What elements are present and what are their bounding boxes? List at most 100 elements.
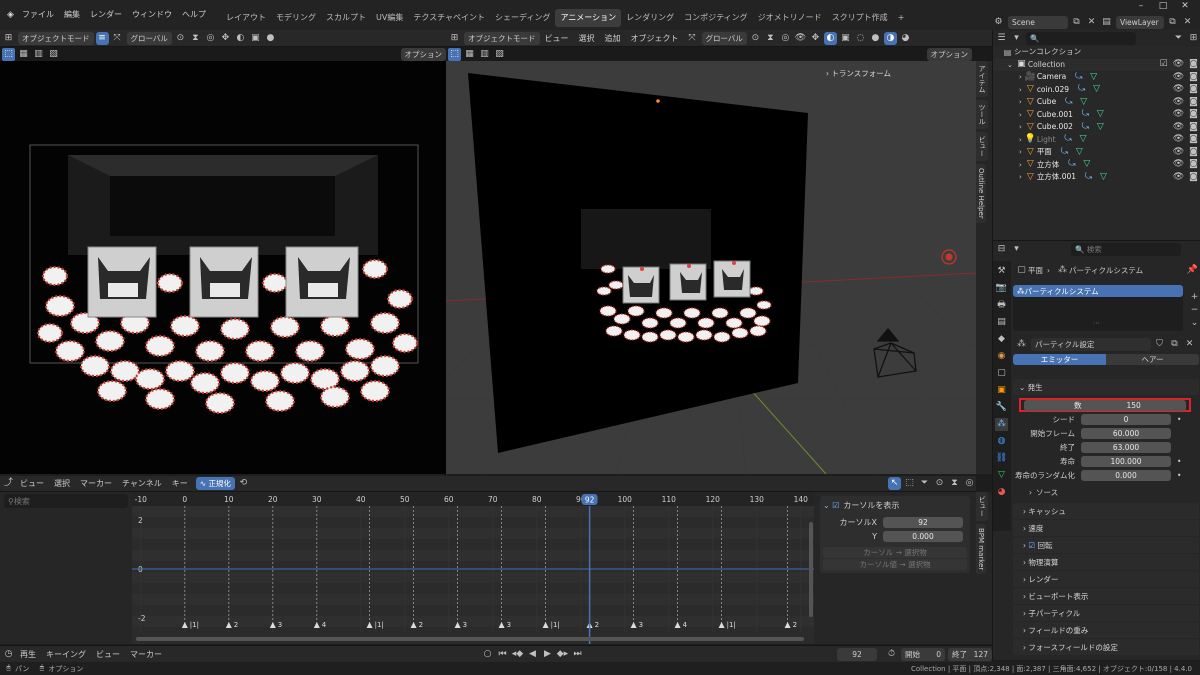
timeline-view-menu[interactable]: ビュー: [91, 646, 125, 663]
physics-panel[interactable]: › 物理演算: [1013, 554, 1199, 570]
visibility-eye-icon[interactable]: 👁: [1172, 146, 1185, 159]
modifier-icon[interactable]: ⤿: [1079, 108, 1092, 121]
mesh-data-icon[interactable]: ▽: [1090, 83, 1103, 96]
outliner-filter-icon[interactable]: ⏷: [1172, 32, 1185, 45]
mesh-data-icon[interactable]: ▽: [1077, 133, 1090, 146]
right-options-button[interactable]: オプション: [926, 47, 972, 61]
rotation-panel[interactable]: › ☑ 回転: [1013, 537, 1199, 553]
render-camera-icon[interactable]: ◙: [1187, 121, 1200, 134]
modifier-icon[interactable]: ⤿: [1058, 146, 1071, 159]
menu-collapse-icon[interactable]: ≡: [95, 31, 109, 45]
timeline-editor-icon[interactable]: ◷: [2, 648, 15, 661]
tab-shading[interactable]: シェーディング: [490, 9, 555, 27]
xray-icon[interactable]: ▣: [249, 32, 262, 45]
visibility-eye-icon[interactable]: 👁: [1172, 96, 1185, 109]
jump-end-icon[interactable]: ⏭: [571, 648, 584, 661]
render-camera-icon[interactable]: ◙: [1187, 108, 1200, 121]
modifier-icon[interactable]: ⤿: [1072, 71, 1085, 84]
select-tool-icon[interactable]: ⬚: [2, 47, 15, 61]
lifetime-field[interactable]: 100.000: [1081, 455, 1171, 467]
velocity-panel[interactable]: › 速度: [1013, 520, 1199, 536]
side-tab-tool[interactable]: ツール: [976, 100, 988, 129]
collection-checkbox-icon[interactable]: ☑: [1157, 58, 1170, 71]
shield-icon[interactable]: ⛉: [1153, 338, 1166, 351]
properties-search[interactable]: 🔍 検索: [1071, 242, 1181, 256]
render-camera-icon[interactable]: ◙: [1187, 158, 1200, 171]
tab-animation[interactable]: アニメーション: [555, 9, 622, 27]
graph-snap-icon[interactable]: ⧗: [948, 477, 961, 490]
cursor-y-field[interactable]: 0.000: [883, 530, 963, 542]
expand-chevron-icon[interactable]: ›: [1019, 159, 1022, 172]
outliner-editor-icon[interactable]: ☰: [995, 32, 1008, 45]
outliner-item[interactable]: › 💡 Light ⤿ ▽ 👁 ◙: [993, 134, 1200, 147]
menu-help[interactable]: ヘルプ: [177, 0, 211, 30]
tab-emitter[interactable]: エミッター: [1013, 353, 1106, 365]
editor-type-icon[interactable]: ⊞: [2, 32, 15, 45]
snap-icon-3d[interactable]: ⧗: [764, 32, 777, 45]
tab-geometry-nodes[interactable]: ジオメトリノード: [753, 9, 827, 27]
select-box-icon[interactable]: ▦: [17, 48, 30, 61]
outliner-item[interactable]: › ▽ Cube.001 ⤿ ▽ 👁 ◙: [993, 109, 1200, 122]
visibility-eye-icon[interactable]: 👁: [1172, 83, 1185, 96]
remove-particle-system-icon[interactable]: −: [1188, 304, 1200, 317]
prev-key-icon[interactable]: ◂◆: [511, 648, 524, 661]
keying-menu[interactable]: キーイング: [41, 646, 91, 663]
modifier-icon[interactable]: ⤿: [1082, 171, 1095, 184]
visibility-eye-icon[interactable]: 👁: [1172, 121, 1185, 134]
left-mode-dropdown[interactable]: オブジェクトモード: [18, 31, 94, 45]
tab-layout[interactable]: レイアウト: [221, 9, 271, 27]
side-tab-outline-helper[interactable]: Outline Helper: [976, 164, 986, 223]
render-camera-icon[interactable]: ◙: [1187, 133, 1200, 146]
modifier-icon[interactable]: ⤿: [1062, 96, 1075, 109]
graph-filter-icon[interactable]: ⏷: [918, 477, 931, 490]
show-cursor-checkbox-icon[interactable]: ⌄ ☑: [823, 501, 839, 510]
pivot-icon-3d[interactable]: ⊙: [749, 32, 762, 45]
cursor-to-selected-button[interactable]: カーソル → 選択物: [823, 547, 967, 558]
particles-tab-icon[interactable]: ⁂: [995, 418, 1008, 431]
collection-eye-icon[interactable]: 👁: [1172, 58, 1185, 71]
graph-select-menu[interactable]: 選択: [49, 476, 75, 492]
cache-panel[interactable]: › キャッシュ: [1013, 503, 1199, 519]
end-frame-field[interactable]: 終了 127: [948, 647, 992, 661]
lifetime-random-field[interactable]: 0.000: [1081, 469, 1171, 481]
shading-wire-icon[interactable]: ◌: [854, 32, 867, 45]
overlay-icon-3d[interactable]: ◐: [823, 31, 837, 45]
view-layer-field[interactable]: ViewLayer: [1116, 15, 1164, 29]
source-subpanel[interactable]: › ソース: [1013, 485, 1199, 499]
outliner-item[interactable]: › 🎥 Camera ⤿ ▽ 👁 ◙: [993, 71, 1200, 84]
object-menu[interactable]: オブジェクト: [626, 30, 684, 47]
gizmo-icon-3d[interactable]: ✥: [809, 32, 822, 45]
visibility-eye-icon[interactable]: 👁: [1172, 171, 1185, 184]
outliner-item[interactable]: › ▽ Cube.002 ⤿ ▽ 👁 ◙: [993, 121, 1200, 134]
channel-search[interactable]: ⚲ 検索: [4, 494, 128, 508]
side-tab-view[interactable]: ビュー: [976, 132, 988, 161]
tab-compositing[interactable]: コンポジティング: [679, 9, 753, 27]
render-panel[interactable]: › レンダー: [1013, 571, 1199, 587]
collection-camera-icon[interactable]: ◙: [1187, 58, 1200, 71]
shading-material-icon[interactable]: ◑: [883, 31, 897, 45]
output-tab-icon[interactable]: 🖶: [995, 299, 1008, 312]
select-tool-icon-3d[interactable]: ⬚: [448, 47, 461, 61]
right-viewport[interactable]: › トランスフォーム: [446, 61, 976, 474]
show-gizmo-icon[interactable]: ✥: [219, 32, 232, 45]
menu-window[interactable]: ウィンドウ: [127, 0, 177, 30]
select-menu[interactable]: 選択: [574, 30, 600, 47]
tab-hair[interactable]: ヘアー: [1106, 353, 1199, 365]
mesh-data-icon[interactable]: ▽: [1094, 121, 1107, 134]
graph-channel-menu[interactable]: チャンネル: [117, 476, 167, 492]
tab-sculpt[interactable]: スカルプト: [321, 9, 371, 27]
view-layer-icon[interactable]: ▤: [1100, 16, 1113, 29]
proportional-icon[interactable]: ◎: [204, 32, 217, 45]
render-camera-icon[interactable]: ◙: [1187, 96, 1200, 109]
outliner-search[interactable]: 🔍: [1026, 31, 1136, 45]
graph-editor-type-icon[interactable]: ⤴: [2, 477, 15, 490]
select-lasso-icon-3d[interactable]: ▧: [493, 48, 506, 61]
preview-range-icon[interactable]: ⏱: [885, 648, 898, 661]
graph-cursor-icon[interactable]: ↖: [888, 477, 901, 490]
record-icon[interactable]: ○: [481, 648, 494, 661]
mesh-data-icon[interactable]: ▽: [1077, 96, 1090, 109]
mesh-data-icon[interactable]: ▽: [1080, 158, 1093, 171]
properties-editor-icon[interactable]: ⊟: [995, 243, 1008, 256]
world-tab-icon[interactable]: ◉: [995, 350, 1008, 363]
visibility-eye-icon[interactable]: 👁: [1172, 108, 1185, 121]
